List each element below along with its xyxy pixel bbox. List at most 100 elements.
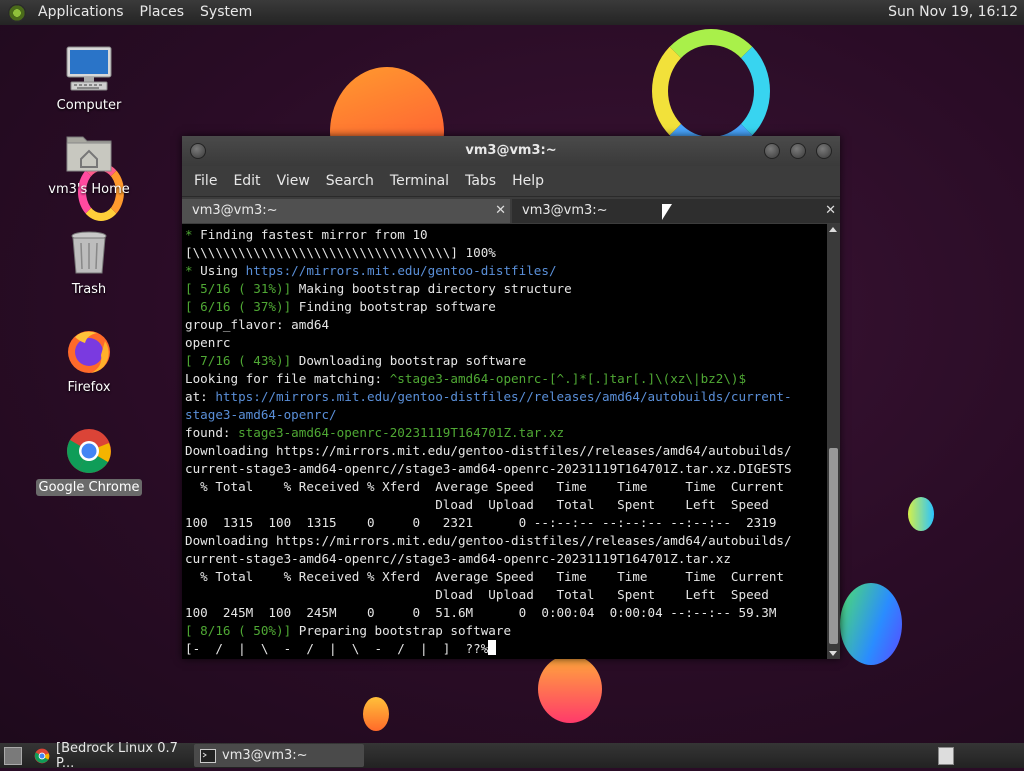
firefox-icon bbox=[65, 327, 113, 375]
terminal-text: stage3-amd64-openrc-20231119T164701Z.tar… bbox=[238, 425, 565, 440]
menu-terminal[interactable]: Terminal bbox=[382, 173, 457, 189]
menu-applications[interactable]: Applications bbox=[30, 0, 132, 25]
terminal-line: Downloading https://mirrors.mit.edu/gent… bbox=[185, 442, 827, 460]
terminal-text: Dload Upload Total Spent Left Speed bbox=[185, 587, 769, 602]
workspace-switcher[interactable] bbox=[938, 747, 954, 765]
terminal-text: [ 6/16 ( 37%)] bbox=[185, 299, 292, 314]
terminal-cursor bbox=[488, 640, 497, 655]
desktop-icon-label: Trash bbox=[71, 282, 107, 297]
desktop-icon-label: Firefox bbox=[67, 380, 111, 395]
terminal-text: openrc bbox=[185, 335, 231, 350]
terminal-text: % Total % Received % Xferd Average Speed… bbox=[185, 479, 784, 494]
terminal-text: 100 245M 100 245M 0 0 51.6M 0 0:00:04 0:… bbox=[185, 605, 777, 620]
window-titlebar[interactable]: vm3@vm3:~ bbox=[182, 136, 840, 166]
terminal-line: [\\\\\\\\\\\\\\\\\\\\\\\\\\\\\\\\\\] 100… bbox=[185, 244, 827, 262]
terminal-line: stage3-amd64-openrc/ bbox=[185, 406, 827, 424]
menu-help[interactable]: Help bbox=[504, 173, 552, 189]
terminal-text: [ 8/16 ( 50%)] bbox=[185, 623, 292, 638]
terminal-line: * Using https://mirrors.mit.edu/gentoo-d… bbox=[185, 262, 827, 280]
terminal-line: Dload Upload Total Spent Left Speed bbox=[185, 496, 827, 514]
terminal-text: [\\\\\\\\\\\\\\\\\\\\\\\\\\\\\\\\\\] 100… bbox=[185, 245, 496, 260]
scroll-down-icon[interactable] bbox=[829, 651, 837, 656]
desktop-icon-label: vm3's Home bbox=[48, 182, 130, 197]
menu-places[interactable]: Places bbox=[132, 0, 193, 25]
close-tab-icon[interactable]: ✕ bbox=[825, 199, 836, 223]
taskbar-item-label: [Bedrock Linux 0.7 P... bbox=[56, 740, 178, 771]
computer-icon bbox=[65, 45, 113, 93]
minimize-icon[interactable] bbox=[764, 143, 780, 159]
close-tab-icon[interactable]: ✕ bbox=[495, 199, 506, 223]
show-desktop-button[interactable] bbox=[4, 746, 22, 765]
terminal-line: [ 7/16 ( 43%)] Downloading bootstrap sof… bbox=[185, 352, 827, 370]
window-title: vm3@vm3:~ bbox=[465, 143, 557, 158]
terminal-text: * bbox=[185, 263, 201, 278]
desktop-icon-trash[interactable]: Trash bbox=[34, 229, 144, 298]
terminal-text: [- / | \ - / | \ - / | ] ??% bbox=[185, 641, 489, 656]
terminal-text: Downloading https://mirrors.mit.edu/gent… bbox=[185, 533, 792, 548]
terminal-text: Downloading bootstrap software bbox=[291, 353, 527, 368]
menu-search[interactable]: Search bbox=[318, 173, 382, 189]
terminal-text: current-stage3-amd64-openrc//stage3-amd6… bbox=[185, 551, 731, 566]
terminal-line: Looking for file matching: ^stage3-amd64… bbox=[185, 370, 827, 388]
taskbar-item-label: vm3@vm3:~ bbox=[222, 748, 308, 763]
terminal-scrollbar[interactable] bbox=[827, 224, 840, 659]
desktop-icon-chrome[interactable]: Google Chrome bbox=[34, 427, 144, 496]
terminal-line: * Finding fastest mirror from 10 bbox=[185, 226, 827, 244]
tab-label: vm3@vm3:~ bbox=[192, 203, 278, 218]
terminal-line: current-stage3-amd64-openrc//stage3-amd6… bbox=[185, 460, 827, 478]
terminal-text: * bbox=[185, 227, 201, 242]
terminal-text: Using bbox=[200, 263, 246, 278]
terminal-text: Finding fastest mirror from 10 bbox=[200, 227, 428, 242]
wallpaper-ring bbox=[652, 29, 770, 153]
terminal-line: current-stage3-amd64-openrc//stage3-amd6… bbox=[185, 550, 827, 568]
window-menu-icon[interactable] bbox=[190, 143, 206, 159]
terminal-output[interactable]: * Finding fastest mirror from 10 [\\\\\\\… bbox=[182, 224, 827, 659]
desktop-icon-home[interactable]: vm3's Home bbox=[34, 129, 144, 198]
terminal-text: https://mirrors.mit.edu/gentoo-distfiles… bbox=[215, 389, 792, 404]
menu-file[interactable]: File bbox=[186, 173, 225, 189]
terminal-line: at: https://mirrors.mit.edu/gentoo-distf… bbox=[185, 388, 827, 406]
terminal-text: found: bbox=[185, 425, 239, 440]
taskbar-item-chrome[interactable]: [Bedrock Linux 0.7 P... bbox=[28, 741, 188, 771]
terminal-line: Dload Upload Total Spent Left Speed bbox=[185, 586, 827, 604]
home-folder-icon bbox=[65, 129, 113, 177]
desktop-icon-label: Google Chrome bbox=[35, 479, 143, 496]
taskbar-item-terminal[interactable]: vm3@vm3:~ bbox=[194, 744, 364, 767]
scrollbar-thumb[interactable] bbox=[829, 448, 838, 644]
trash-icon bbox=[65, 229, 113, 277]
menu-view[interactable]: View bbox=[269, 173, 318, 189]
terminal-line: [ 6/16 ( 37%)] Finding bootstrap softwar… bbox=[185, 298, 827, 316]
terminal-tabbar: vm3@vm3:~ ✕ vm3@vm3:~ ✕ bbox=[182, 196, 840, 224]
desktop-icon-label: Computer bbox=[56, 98, 122, 113]
terminal-text: stage3-amd64-openrc/ bbox=[185, 407, 337, 422]
scroll-up-icon[interactable] bbox=[829, 227, 837, 232]
terminal-tab-1[interactable]: vm3@vm3:~ ✕ bbox=[182, 199, 510, 223]
terminal-line: [ 5/16 ( 31%)] Making bootstrap director… bbox=[185, 280, 827, 298]
terminal-text: current-stage3-amd64-openrc//stage3-amd6… bbox=[185, 461, 792, 476]
terminal-line: [- / | \ - / | \ - / | ] ??% bbox=[185, 640, 827, 658]
distro-logo-icon[interactable] bbox=[8, 3, 26, 22]
wallpaper-teal-bubble bbox=[908, 497, 934, 531]
menu-edit[interactable]: Edit bbox=[225, 173, 268, 189]
terminal-menubar: File Edit View Search Terminal Tabs Help bbox=[182, 166, 840, 196]
terminal-line: [ 8/16 ( 50%)] Preparing bootstrap softw… bbox=[185, 622, 827, 640]
close-window-icon[interactable] bbox=[816, 143, 832, 159]
maximize-icon[interactable] bbox=[790, 143, 806, 159]
bottom-panel: [Bedrock Linux 0.7 P... vm3@vm3:~ bbox=[0, 741, 1024, 771]
menu-tabs[interactable]: Tabs bbox=[457, 173, 504, 189]
terminal-text: Downloading https://mirrors.mit.edu/gent… bbox=[185, 443, 792, 458]
menu-system[interactable]: System bbox=[192, 0, 260, 25]
terminal-text: [ 5/16 ( 31%)] bbox=[185, 281, 292, 296]
terminal-text: 100 1315 100 1315 0 0 2321 0 --:--:-- --… bbox=[185, 515, 777, 530]
terminal-line: found: stage3-amd64-openrc-20231119T1647… bbox=[185, 424, 827, 442]
desktop-icon-computer[interactable]: Computer bbox=[34, 45, 144, 114]
chrome-icon bbox=[34, 748, 50, 763]
terminal-text: Finding bootstrap software bbox=[291, 299, 496, 314]
terminal-line: 100 1315 100 1315 0 0 2321 0 --:--:-- --… bbox=[185, 514, 827, 532]
terminal-tab-2[interactable]: vm3@vm3:~ ✕ bbox=[512, 199, 840, 223]
terminal-line: % Total % Received % Xferd Average Speed… bbox=[185, 568, 827, 586]
desktop-icon-firefox[interactable]: Firefox bbox=[34, 327, 144, 396]
wallpaper-tiny-bubble bbox=[363, 697, 389, 731]
panel-clock[interactable]: Sun Nov 19, 16:12 bbox=[888, 0, 1018, 25]
terminal-text: [ 7/16 ( 43%)] bbox=[185, 353, 292, 368]
